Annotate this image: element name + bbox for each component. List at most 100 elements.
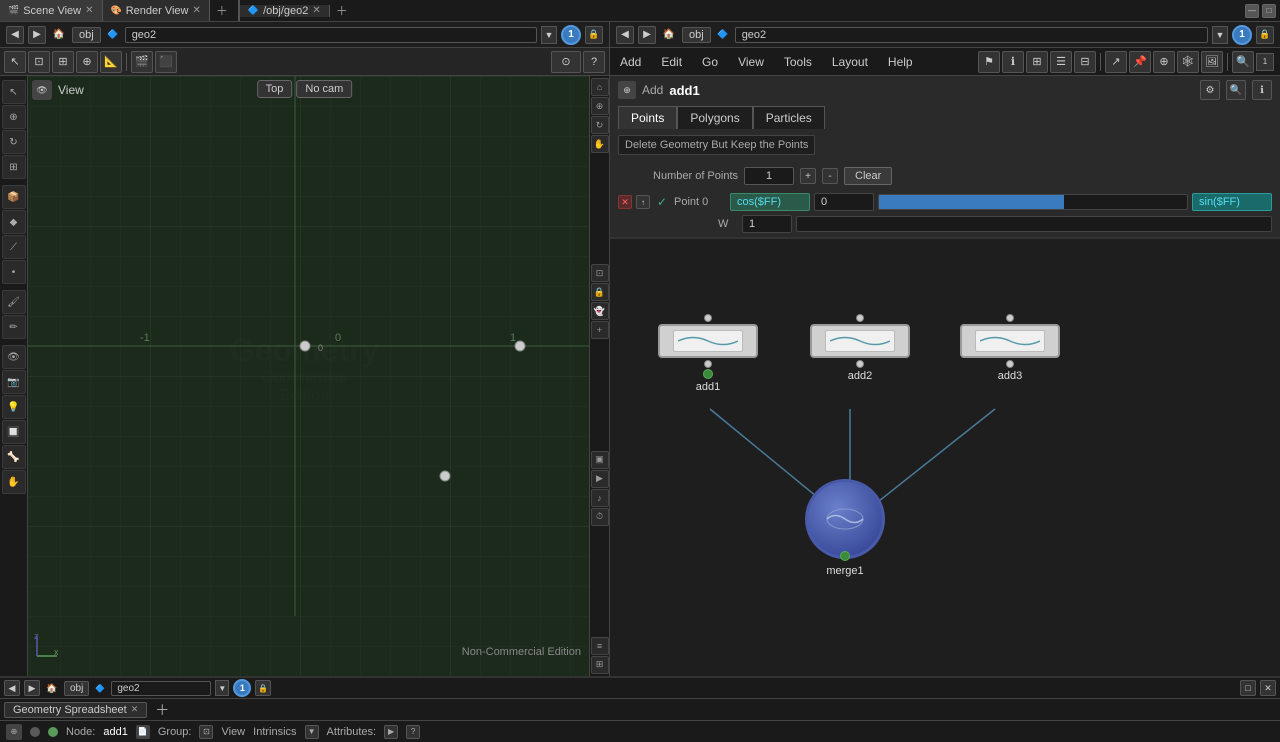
geo-spreadsheet-close[interactable]: ✕ <box>131 704 139 715</box>
lock-icon-left[interactable]: 🔒 <box>585 26 603 44</box>
point-up-btn[interactable]: ↑ <box>636 195 650 209</box>
tab-add-left[interactable]: ＋ <box>210 0 234 21</box>
geo-spreadsheet-tab[interactable]: Geometry Spreadsheet ✕ <box>4 702 147 718</box>
num-points-input[interactable] <box>744 167 794 185</box>
obj-btn-right[interactable]: obj <box>682 27 711 43</box>
point-z-field[interactable]: sin($FF) <box>1192 193 1272 211</box>
rotate-btn[interactable]: ↻ <box>2 130 26 154</box>
panel-settings-btn[interactable]: ⚙ <box>1200 80 1220 100</box>
point-btn[interactable]: • <box>2 260 26 284</box>
node-add1[interactable]: add1 <box>658 314 758 393</box>
node-cols-btn[interactable]: ⊟ <box>1074 51 1096 73</box>
node-flag-btn[interactable]: ⚑ <box>978 51 1000 73</box>
tab-scene-view[interactable]: 🎬 Scene View ✕ <box>0 0 103 21</box>
menu-view[interactable]: View <box>728 48 774 75</box>
tab-particles[interactable]: Particles <box>753 106 825 129</box>
tab-close-geo2[interactable]: ✕ <box>312 5 320 16</box>
help-btn[interactable]: ? <box>583 51 605 73</box>
face-btn[interactable]: ◆ <box>2 210 26 234</box>
lock-icon-right[interactable]: 🔒 <box>1256 26 1274 44</box>
intrinsics-dropdown[interactable]: ▼ <box>305 725 319 739</box>
display-btn[interactable]: ⬛ <box>155 51 177 73</box>
node-pin-btn[interactable]: 📌 <box>1129 51 1151 73</box>
tab-close-scene[interactable]: ✕ <box>85 5 93 16</box>
path-dropdown-bottom[interactable]: ▼ <box>215 680 229 696</box>
view-rot-btn[interactable]: ↻ <box>591 116 609 134</box>
window-maximize-btn[interactable]: □ <box>1262 4 1276 18</box>
select2-tool-btn[interactable]: ⊡ <box>28 51 50 73</box>
path-dropdown-right[interactable]: ▼ <box>1212 26 1228 44</box>
translate-btn[interactable]: ⊕ <box>2 105 26 129</box>
object-btn[interactable]: 📦 <box>2 185 26 209</box>
sculpt-btn[interactable]: ✏ <box>2 315 26 339</box>
point-y-field[interactable]: 0 <box>814 193 874 211</box>
menu-help[interactable]: Help <box>878 48 923 75</box>
panel-info-btn[interactable]: ℹ <box>1252 80 1272 100</box>
level-circle-bottom[interactable]: 1 <box>233 679 251 697</box>
menu-tools[interactable]: Tools <box>774 48 822 75</box>
node-grid-btn[interactable]: ⊞ <box>1026 51 1048 73</box>
ghost-btn[interactable]: 👻 <box>591 302 609 320</box>
nav-forward-btn-left[interactable]: ▶ <box>28 26 46 44</box>
tab-polygons[interactable]: Polygons <box>677 106 752 129</box>
node-img-btn[interactable]: 🖼 <box>1201 51 1223 73</box>
add-panel-tab-btn[interactable]: ＋ <box>151 700 173 720</box>
view-home-btn[interactable]: ⌂ <box>591 78 609 96</box>
node-zoom-btn[interactable]: 1 <box>1256 53 1274 71</box>
node-snap-btn[interactable]: ⊕ <box>1153 51 1175 73</box>
tab-points[interactable]: Points <box>618 106 677 129</box>
num-points-dec-btn[interactable]: - <box>822 168 838 184</box>
tab-add-right[interactable]: ＋ <box>330 2 354 19</box>
w-slider[interactable] <box>796 216 1272 232</box>
nav-back-btn-right[interactable]: ◀ <box>616 26 634 44</box>
clear-btn[interactable]: Clear <box>844 167 892 185</box>
top-dropdown[interactable]: Top <box>257 80 293 98</box>
select-btn[interactable]: ↖ <box>2 80 26 104</box>
snap-btn[interactable]: ⊕ <box>76 51 98 73</box>
menu-layout[interactable]: Layout <box>822 48 878 75</box>
render-btn[interactable]: 🎬 <box>131 51 153 73</box>
group-filter-icon[interactable]: ⊡ <box>199 725 213 739</box>
lock-icon-bottom[interactable]: 🔒 <box>255 680 271 696</box>
node-info-btn[interactable]: ℹ <box>1002 51 1024 73</box>
panel-search-btn[interactable]: 🔍 <box>1226 80 1246 100</box>
point-check[interactable]: ✓ <box>654 194 670 210</box>
bone-btn[interactable]: 🦴 <box>2 445 26 469</box>
flipbook-btn[interactable]: ▶ <box>591 470 609 488</box>
path-dropdown-left[interactable]: ▼ <box>541 26 557 44</box>
render-region-btn[interactable]: ▣ <box>591 451 609 469</box>
scale-btn[interactable]: ⊞ <box>2 155 26 179</box>
cam-btn[interactable]: 📷 <box>2 370 26 394</box>
point-remove-btn[interactable]: ✕ <box>618 195 632 209</box>
back-btn-bottom[interactable]: ◀ <box>4 680 20 696</box>
point-x-field[interactable]: cos($FF) <box>730 193 810 211</box>
bottom-panel-shrink-btn[interactable]: □ <box>1240 680 1256 696</box>
point-slider[interactable] <box>878 194 1188 210</box>
vis-btn[interactable]: 👁 <box>2 345 26 369</box>
forward-btn-bottom[interactable]: ▶ <box>24 680 40 696</box>
bottom-panel-close-btn[interactable]: ✕ <box>1260 680 1276 696</box>
tab-close-render[interactable]: ✕ <box>193 5 201 16</box>
node-add3[interactable]: add3 <box>960 314 1060 382</box>
level-circle-left[interactable]: 1 <box>561 25 581 45</box>
transform-btn[interactable]: ⊞ <box>52 51 74 73</box>
orient-btn[interactable]: ⊙ <box>551 51 581 73</box>
audio-btn[interactable]: ♪ <box>591 489 609 507</box>
measure-btn[interactable]: 📐 <box>100 51 122 73</box>
vr-extra-btn[interactable]: ≡ <box>591 637 609 655</box>
menu-add[interactable]: Add <box>610 48 651 75</box>
window-minimize-btn[interactable]: — <box>1245 4 1259 18</box>
view-pan-btn[interactable]: ✋ <box>591 135 609 153</box>
paint-btn[interactable]: 🖌 <box>2 290 26 314</box>
light-btn[interactable]: 💡 <box>2 395 26 419</box>
timeline-btn[interactable]: ⏱ <box>591 508 609 526</box>
cam-dropdown[interactable]: No cam <box>296 80 352 98</box>
node-list-btn[interactable]: ☰ <box>1050 51 1072 73</box>
vr-extra2-btn[interactable]: ⊞ <box>591 656 609 674</box>
path-input-right[interactable] <box>735 27 1208 43</box>
node-net-btn[interactable]: 🕸 <box>1177 51 1199 73</box>
select-tool-btn[interactable]: ↖ <box>4 51 26 73</box>
lock-btn[interactable]: 🔒 <box>591 283 609 301</box>
level-circle-right[interactable]: 1 <box>1232 25 1252 45</box>
node-search-btn[interactable]: 🔍 <box>1232 51 1254 73</box>
